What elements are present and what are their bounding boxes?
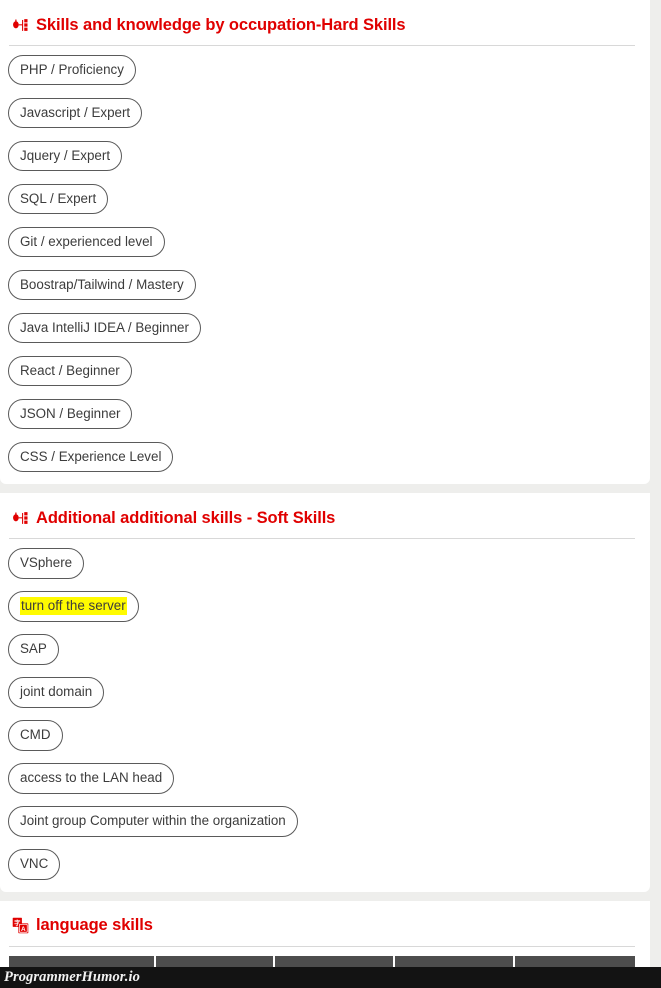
soft-skills-card: Additional additional skills - Soft Skil… xyxy=(0,493,650,892)
skill-pill[interactable]: Boostrap/Tailwind / Mastery xyxy=(8,270,196,301)
watermark-bar: ProgrammerHumor.io xyxy=(0,967,661,988)
skill-pill[interactable]: React / Beginner xyxy=(8,356,132,387)
skill-pill[interactable]: SQL / Expert xyxy=(8,184,109,215)
skill-pill[interactable]: Java IntelliJ IDEA / Beginner xyxy=(8,313,201,344)
skill-pill[interactable]: Joint group Computer within the organiza… xyxy=(8,806,298,837)
skill-pill-label: VNC xyxy=(20,856,49,872)
skill-pill[interactable]: Javascript / Expert xyxy=(8,98,143,129)
skills-network-icon xyxy=(13,512,28,524)
skill-pill[interactable]: VNC xyxy=(8,849,61,880)
svg-text:A: A xyxy=(21,926,26,933)
hard-skills-title: Skills and knowledge by occupation-Hard … xyxy=(36,15,406,34)
skills-network-icon xyxy=(13,18,28,31)
hard-skills-list: PHP / Proficiency Javascript / Expert Jq… xyxy=(8,46,636,474)
skill-pill[interactable]: access to the LAN head xyxy=(8,763,175,794)
skill-pill-label: turn off the server xyxy=(20,597,127,616)
skill-pill[interactable]: CMD xyxy=(8,720,63,751)
translate-icon: 字 A xyxy=(12,918,29,934)
language-skills-heading: 字 A language skills xyxy=(8,901,636,940)
page-root: Skills and knowledge by occupation-Hard … xyxy=(0,0,661,988)
skill-pill[interactable]: Jquery / Expert xyxy=(8,141,123,172)
skill-pill[interactable]: Git / experienced level xyxy=(8,227,165,258)
skill-pill-highlighted[interactable]: turn off the server xyxy=(8,591,139,622)
hard-skills-heading: Skills and knowledge by occupation-Hard … xyxy=(8,0,636,39)
skill-pill-label: Joint group Computer within the organiza… xyxy=(20,813,286,829)
skill-pill[interactable]: CSS / Experience Level xyxy=(8,442,174,473)
watermark-text: ProgrammerHumor.io xyxy=(4,969,140,985)
language-skills-title: language skills xyxy=(36,916,153,935)
skill-pill-label: SAP xyxy=(20,641,47,657)
skill-pill-label: VSphere xyxy=(20,555,73,571)
soft-skills-list: VSphere turn off the server SAP joint do… xyxy=(8,539,636,881)
skill-pill-label: CMD xyxy=(20,727,51,743)
skill-pill[interactable]: SAP xyxy=(8,634,59,665)
soft-skills-title: Additional additional skills - Soft Skil… xyxy=(36,508,336,527)
skill-pill[interactable]: PHP / Proficiency xyxy=(8,55,136,86)
skill-pill[interactable]: JSON / Beginner xyxy=(8,399,133,430)
hard-skills-card: Skills and knowledge by occupation-Hard … xyxy=(0,0,650,485)
skill-pill[interactable]: joint domain xyxy=(8,677,105,708)
skill-pill-label: access to the LAN head xyxy=(20,770,163,786)
skill-pill[interactable]: VSphere xyxy=(8,548,85,579)
soft-skills-heading: Additional additional skills - Soft Skil… xyxy=(8,493,636,532)
skill-pill-label: joint domain xyxy=(20,684,93,700)
